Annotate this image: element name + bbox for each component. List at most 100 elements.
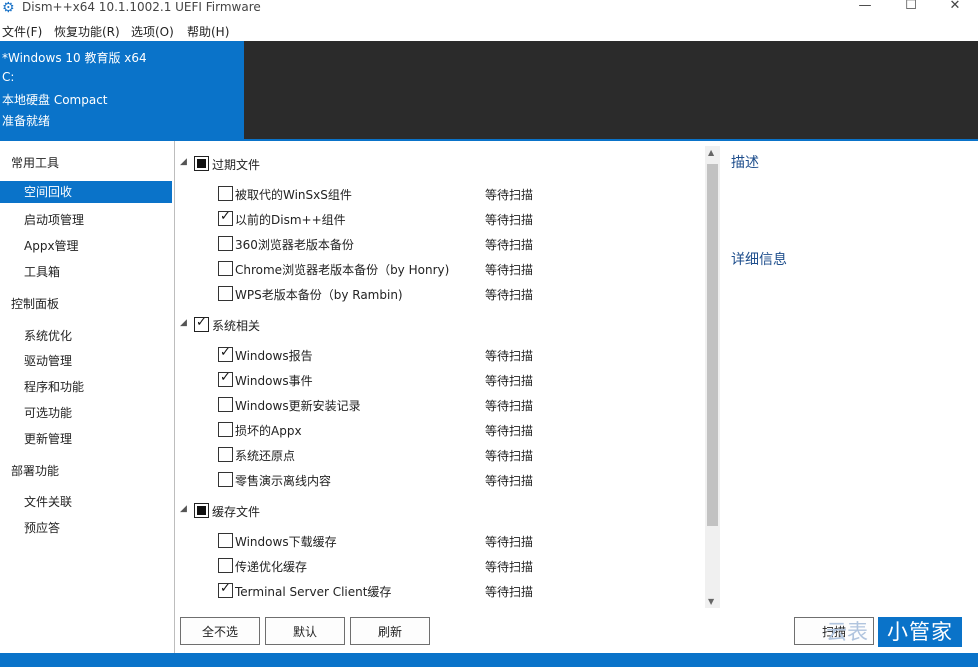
os-name: *Windows 10 教育版 x64 xyxy=(2,51,147,65)
item-status: 等待扫描 xyxy=(485,424,534,438)
watermark-text: 小管家 xyxy=(878,617,962,647)
maximize-button[interactable]: ☐ xyxy=(888,0,934,16)
item-checkbox[interactable] xyxy=(218,397,233,412)
menu-restore[interactable]: 恢复功能(R) xyxy=(54,23,120,40)
sidebar-item-toolbox[interactable]: 工具箱 xyxy=(24,263,60,280)
system-info-panel[interactable]: *Windows 10 教育版 x64 C: 本地硬盘 Compact 准备就绪 xyxy=(0,41,244,140)
item-status: 等待扫描 xyxy=(485,288,534,302)
list-item[interactable]: WPS老版本备份（by Rambin) 等待扫描 xyxy=(175,285,705,305)
group-checkbox[interactable] xyxy=(194,315,209,332)
item-status: 等待扫描 xyxy=(485,374,534,388)
group-label: 系统相关 xyxy=(212,319,261,333)
item-label: 以前的Dism++组件 xyxy=(235,213,346,227)
item-checkbox[interactable] xyxy=(218,422,233,437)
item-checkbox[interactable] xyxy=(218,186,233,201)
sidebar-item-updates[interactable]: 更新管理 xyxy=(24,430,72,447)
sidebar-item-file-assoc[interactable]: 文件关联 xyxy=(24,493,72,510)
item-checkbox[interactable] xyxy=(218,209,233,226)
sidebar-item-system-optimize[interactable]: 系统优化 xyxy=(24,327,72,344)
item-checkbox[interactable] xyxy=(218,286,233,301)
list-item[interactable]: 以前的Dism++组件 等待扫描 xyxy=(175,209,705,230)
item-label: 被取代的WinSxS组件 xyxy=(235,188,352,202)
item-checkbox[interactable] xyxy=(218,236,233,251)
close-button[interactable]: ✕ xyxy=(932,0,978,16)
group-label: 缓存文件 xyxy=(212,505,261,519)
scroll-thumb[interactable] xyxy=(707,164,718,526)
list-item[interactable]: 传递优化缓存 等待扫描 xyxy=(175,557,705,577)
item-status: 等待扫描 xyxy=(485,349,534,363)
sidebar-group-common-tools: 常用工具 xyxy=(11,156,60,170)
default-button[interactable]: 默认 xyxy=(265,617,345,645)
list-item[interactable]: 零售演示离线内容 等待扫描 xyxy=(175,471,705,491)
app-gear-icon: ⚙ xyxy=(2,0,15,16)
collapse-arrow-icon[interactable]: ◢ xyxy=(180,318,187,328)
list-item[interactable]: 系统还原点 等待扫描 xyxy=(175,446,705,466)
sidebar-item-drivers[interactable]: 驱动管理 xyxy=(24,352,72,369)
item-checkbox[interactable] xyxy=(218,558,233,573)
list-item[interactable]: Chrome浏览器老版本备份（by Honry) 等待扫描 xyxy=(175,260,705,280)
group-checkbox[interactable] xyxy=(194,156,209,171)
item-checkbox[interactable] xyxy=(218,472,233,487)
menu-file[interactable]: 文件(F) xyxy=(2,23,42,40)
list-scrollbar[interactable]: ▲ ▼ xyxy=(705,146,720,608)
item-checkbox[interactable] xyxy=(218,447,233,462)
list-item[interactable]: Windows事件 等待扫描 xyxy=(175,370,705,391)
status-bar xyxy=(0,653,978,667)
sidebar-item-answer-file[interactable]: 预应答 xyxy=(24,519,60,536)
menu-options[interactable]: 选项(O) xyxy=(131,23,174,40)
item-checkbox[interactable] xyxy=(218,370,233,387)
list-item[interactable]: 被取代的WinSxS组件 等待扫描 xyxy=(175,185,705,205)
minimize-button[interactable]: — xyxy=(842,0,888,16)
item-status: 等待扫描 xyxy=(485,474,534,488)
item-checkbox[interactable] xyxy=(218,581,233,598)
cleanup-list: ◢ 过期文件 被取代的WinSxS组件 等待扫描 以前的Dism++组件 等待扫… xyxy=(175,141,705,607)
list-item[interactable]: Windows报告 等待扫描 xyxy=(175,345,705,366)
sidebar-item-optional-features[interactable]: 可选功能 xyxy=(24,404,72,421)
details-heading: 详细信息 xyxy=(731,252,787,268)
item-status: 等待扫描 xyxy=(485,585,534,599)
item-checkbox[interactable] xyxy=(218,533,233,548)
item-label: 系统还原点 xyxy=(235,449,296,463)
refresh-button[interactable]: 刷新 xyxy=(350,617,430,645)
sidebar: 常用工具 空间回收 启动项管理 Appx管理 工具箱 控制面板 系统优化 驱动管… xyxy=(0,141,175,653)
collapse-arrow-icon[interactable]: ◢ xyxy=(180,504,187,514)
item-checkbox[interactable] xyxy=(218,261,233,276)
scroll-up-icon[interactable]: ▲ xyxy=(708,148,714,157)
list-item[interactable]: Terminal Server Client缓存 等待扫描 xyxy=(175,581,705,602)
menu-help[interactable]: 帮助(H) xyxy=(187,23,229,40)
title-bar: ⚙ Dism++x64 10.1.1002.1 UEFI Firmware — … xyxy=(0,0,978,18)
list-item[interactable]: 360浏览器老版本备份 等待扫描 xyxy=(175,235,705,255)
collapse-arrow-icon[interactable]: ◢ xyxy=(180,157,187,167)
list-item[interactable]: Windows下载缓存 等待扫描 xyxy=(175,532,705,552)
deselect-all-button[interactable]: 全不选 xyxy=(180,617,260,645)
window-title: Dism++x64 10.1.1002.1 UEFI Firmware xyxy=(22,0,261,14)
item-label: 360浏览器老版本备份 xyxy=(235,238,354,252)
item-label: 传递优化缓存 xyxy=(235,560,308,574)
item-label: Windows下载缓存 xyxy=(235,535,337,549)
item-label: Windows更新安装记录 xyxy=(235,399,361,413)
scroll-down-icon[interactable]: ▼ xyxy=(708,597,714,606)
sidebar-item-startup[interactable]: 启动项管理 xyxy=(24,211,84,228)
group-label: 过期文件 xyxy=(212,158,261,172)
item-status: 等待扫描 xyxy=(485,188,534,202)
sidebar-group-control-panel: 控制面板 xyxy=(11,297,60,311)
sidebar-item-appx[interactable]: Appx管理 xyxy=(24,237,79,254)
list-item[interactable]: Windows更新安装记录 等待扫描 xyxy=(175,396,705,416)
item-label: 损坏的Appx xyxy=(235,424,302,438)
group-checkbox[interactable] xyxy=(194,503,209,518)
item-label: Windows事件 xyxy=(235,374,313,388)
sidebar-item-space-reclaim[interactable]: 空间回收 xyxy=(0,181,172,203)
item-status: 等待扫描 xyxy=(485,560,534,574)
header-dark-area xyxy=(244,41,978,140)
watermark: 云表 小管家 xyxy=(826,617,964,649)
item-status: 等待扫描 xyxy=(485,449,534,463)
list-item[interactable]: 损坏的Appx 等待扫描 xyxy=(175,421,705,441)
item-label: 零售演示离线内容 xyxy=(235,474,332,488)
watermark-prefix: 云表 xyxy=(826,620,868,644)
sidebar-item-programs[interactable]: 程序和功能 xyxy=(24,378,84,395)
description-heading: 描述 xyxy=(731,155,759,171)
menu-bar: 文件(F) 恢复功能(R) 选项(O) 帮助(H) xyxy=(0,20,978,40)
disk-type: 本地硬盘 Compact xyxy=(2,93,108,107)
item-checkbox[interactable] xyxy=(218,345,233,362)
item-status: 等待扫描 xyxy=(485,399,534,413)
